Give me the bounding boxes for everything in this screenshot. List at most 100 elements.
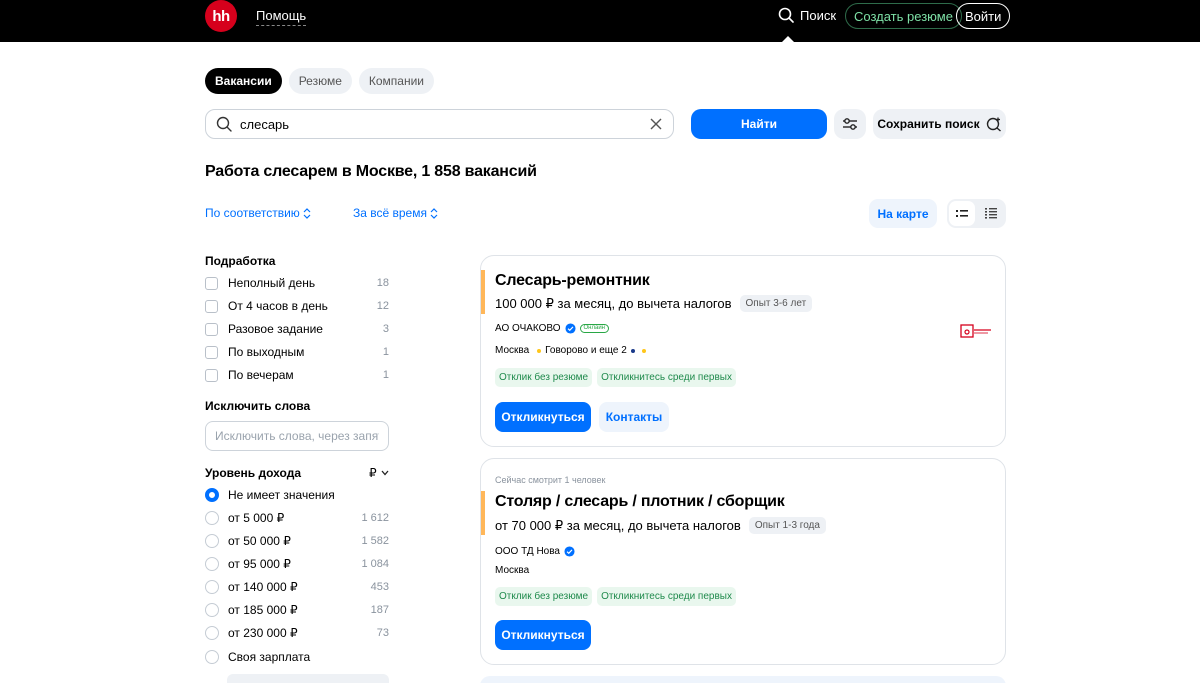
company-name[interactable]: ООО ТД Нова bbox=[495, 546, 560, 557]
option-label: от 50 000 ₽ bbox=[228, 534, 291, 548]
no-resume-chip: Отклик без резюме bbox=[495, 587, 593, 606]
apply-button[interactable]: Откликнуться bbox=[495, 620, 591, 650]
tab-companies[interactable]: Компании bbox=[358, 68, 435, 94]
parttime-option[interactable]: Разовое задание 3 bbox=[205, 320, 389, 338]
custom-salary-input[interactable] bbox=[227, 674, 389, 683]
parttime-option[interactable]: По выходным 1 bbox=[205, 343, 389, 361]
option-label: Не имеет значения bbox=[228, 488, 335, 502]
option-label: от 140 000 ₽ bbox=[228, 580, 298, 594]
chevron-down-icon bbox=[381, 470, 389, 476]
parttime-option[interactable]: Неполный день 18 bbox=[205, 274, 389, 292]
metro-station: Говорово и еще 2 bbox=[545, 345, 627, 356]
income-option[interactable]: от 185 000 ₽ 187 bbox=[205, 601, 389, 619]
option-count: 453 bbox=[370, 581, 389, 593]
option-count: 18 bbox=[376, 277, 389, 289]
viewers-count: Сейчас смотрит 1 человек bbox=[495, 475, 606, 485]
radio-button[interactable] bbox=[205, 626, 219, 640]
vacancy-card[interactable]: Слесарь-ремонтник 100 000 ₽ за месяц, до… bbox=[480, 255, 1006, 447]
checkbox[interactable] bbox=[205, 276, 218, 290]
sort-label: По соответствию bbox=[205, 206, 300, 220]
vacancy-title[interactable]: Столяр / слесарь / плотник / сборщик bbox=[495, 493, 785, 511]
no-resume-chip: Отклик без резюме bbox=[495, 368, 593, 387]
option-count: 1 bbox=[382, 346, 389, 358]
vacancy-chips: Отклик без резюме Откликнитесь среди пер… bbox=[495, 368, 736, 387]
radio-button[interactable] bbox=[205, 557, 219, 571]
advanced-filters-button[interactable] bbox=[834, 109, 866, 139]
option-count: 1 612 bbox=[361, 512, 389, 524]
find-button[interactable]: Найти bbox=[691, 109, 827, 139]
company-row: АО ОЧАКОВО Онлайн bbox=[495, 323, 609, 334]
option-label: По выходным bbox=[228, 345, 305, 359]
vacancy-card[interactable]: Сейчас смотрит 1 человек Столяр / слесар… bbox=[480, 458, 1006, 665]
radio-button[interactable] bbox=[205, 511, 219, 525]
salary-text: от 70 000 ₽ за месяц, до вычета налогов bbox=[495, 517, 741, 533]
highlight-accent bbox=[481, 491, 485, 535]
income-option[interactable]: от 95 000 ₽ 1 084 bbox=[205, 555, 389, 573]
save-search-button[interactable]: Сохранить поиск bbox=[873, 109, 1006, 139]
search-input[interactable] bbox=[240, 116, 649, 132]
online-badge: Онлайн bbox=[579, 324, 609, 333]
apply-button[interactable]: Откликнуться bbox=[495, 402, 591, 432]
company-name[interactable]: АО ОЧАКОВО bbox=[495, 323, 561, 334]
search-icon bbox=[778, 7, 794, 23]
radio-button[interactable] bbox=[205, 488, 219, 502]
vacancy-salary: 100 000 ₽ за месяц, до вычета налогов Оп… bbox=[495, 295, 813, 312]
search-type-tabs: Вакансии Резюме Компании bbox=[205, 68, 435, 94]
login-button[interactable]: Войти bbox=[956, 3, 1011, 29]
option-label: Разовое задание bbox=[228, 322, 323, 336]
hh-logo[interactable]: hh bbox=[205, 0, 237, 32]
checkbox[interactable] bbox=[205, 299, 218, 313]
metro-line-dot bbox=[641, 348, 646, 353]
create-resume-button[interactable]: Создать резюме bbox=[845, 3, 962, 29]
search-icon bbox=[216, 116, 232, 132]
top-navigation-bar: hh Помощь Поиск Создать резюме Войти bbox=[0, 0, 1200, 42]
detailed-list-icon bbox=[985, 208, 998, 219]
radio-button[interactable] bbox=[205, 603, 219, 617]
income-option[interactable]: от 5 000 ₽ 1 612 bbox=[205, 509, 389, 527]
save-search-label: Сохранить поиск bbox=[877, 117, 980, 131]
help-link[interactable]: Помощь bbox=[256, 8, 307, 26]
experience-badge: Опыт 1-3 года bbox=[748, 517, 826, 534]
income-option[interactable]: Своя зарплата bbox=[205, 648, 389, 666]
map-button[interactable]: На карте bbox=[869, 199, 937, 228]
next-vacancy-card[interactable] bbox=[480, 676, 1006, 683]
checkbox[interactable] bbox=[205, 345, 218, 359]
clear-icon[interactable] bbox=[649, 117, 663, 131]
radio-button[interactable] bbox=[205, 580, 219, 594]
income-option[interactable]: от 230 000 ₽ 73 bbox=[205, 624, 389, 642]
radio-button[interactable] bbox=[205, 650, 219, 664]
period-dropdown[interactable]: За всё время bbox=[353, 206, 438, 220]
list-view-button[interactable] bbox=[949, 201, 975, 226]
parttime-option[interactable]: От 4 часов в день 12 bbox=[205, 297, 389, 315]
option-label: от 185 000 ₽ bbox=[228, 603, 298, 617]
tab-resumes[interactable]: Резюме bbox=[288, 68, 352, 94]
vacancy-chips: Отклик без резюме Откликнитесь среди пер… bbox=[495, 587, 736, 606]
option-count: 187 bbox=[370, 604, 389, 616]
income-option[interactable]: Не имеет значения bbox=[205, 486, 389, 504]
checkbox[interactable] bbox=[205, 322, 218, 336]
top-search-link[interactable]: Поиск bbox=[778, 7, 836, 23]
top-search-label: Поиск bbox=[800, 7, 837, 23]
highlight-accent bbox=[481, 270, 485, 314]
income-filter-heading: Уровень дохода bbox=[205, 466, 302, 480]
income-option[interactable]: от 140 000 ₽ 453 bbox=[205, 578, 389, 596]
experience-badge: Опыт 3-6 лет bbox=[739, 295, 813, 312]
exclude-words-input[interactable] bbox=[205, 421, 389, 451]
checkbox[interactable] bbox=[205, 368, 218, 382]
vacancy-title[interactable]: Слесарь-ремонтник bbox=[495, 272, 650, 290]
view-mode-toggle bbox=[947, 199, 1006, 228]
chevron-updown-icon bbox=[303, 207, 311, 219]
currency-dropdown[interactable]: ₽ bbox=[369, 466, 389, 480]
company-logo bbox=[960, 324, 991, 338]
sort-dropdown[interactable]: По соответствию bbox=[205, 206, 311, 220]
location-row: Москва Говорово и еще 2 bbox=[495, 345, 646, 356]
parttime-option[interactable]: По вечерам 1 bbox=[205, 366, 389, 384]
income-option[interactable]: от 50 000 ₽ 1 582 bbox=[205, 532, 389, 550]
radio-button[interactable] bbox=[205, 534, 219, 548]
search-box bbox=[205, 109, 674, 139]
option-label: от 230 000 ₽ bbox=[228, 626, 298, 640]
detailed-view-button[interactable] bbox=[979, 201, 1005, 226]
contacts-button[interactable]: Контакты bbox=[599, 402, 669, 432]
vacancy-salary: от 70 000 ₽ за месяц, до вычета налогов … bbox=[495, 517, 826, 534]
tab-vacancies[interactable]: Вакансии bbox=[205, 68, 282, 94]
